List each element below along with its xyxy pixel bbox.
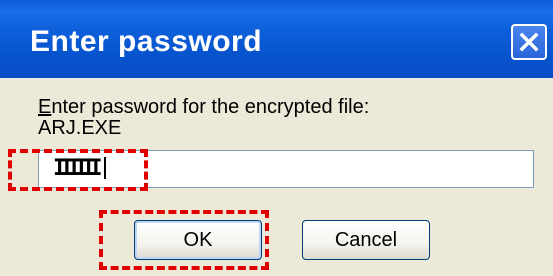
close-button[interactable] [511,24,547,60]
close-x-icon [519,32,539,52]
dialog-title: Enter password [30,25,263,58]
password-dialog: Enter password Enter password for the en… [0,0,553,276]
ok-button[interactable]: OK [134,220,262,260]
cancel-button[interactable]: Cancel [302,220,430,260]
prompt-label-accelerator: E [38,96,52,118]
prompt-label: Enter password for the encrypted file: [38,96,369,118]
prompt-label-text: nter password for the encrypted file: [51,96,370,118]
password-masked-value: IIIIII [53,156,107,182]
password-input[interactable]: IIIIII [38,150,534,188]
text-caret [104,157,107,179]
encrypted-filename: ARJ.EXE [38,117,122,139]
title-bar[interactable]: Enter password [0,0,553,78]
password-value-text: IIIIII [53,156,103,181]
